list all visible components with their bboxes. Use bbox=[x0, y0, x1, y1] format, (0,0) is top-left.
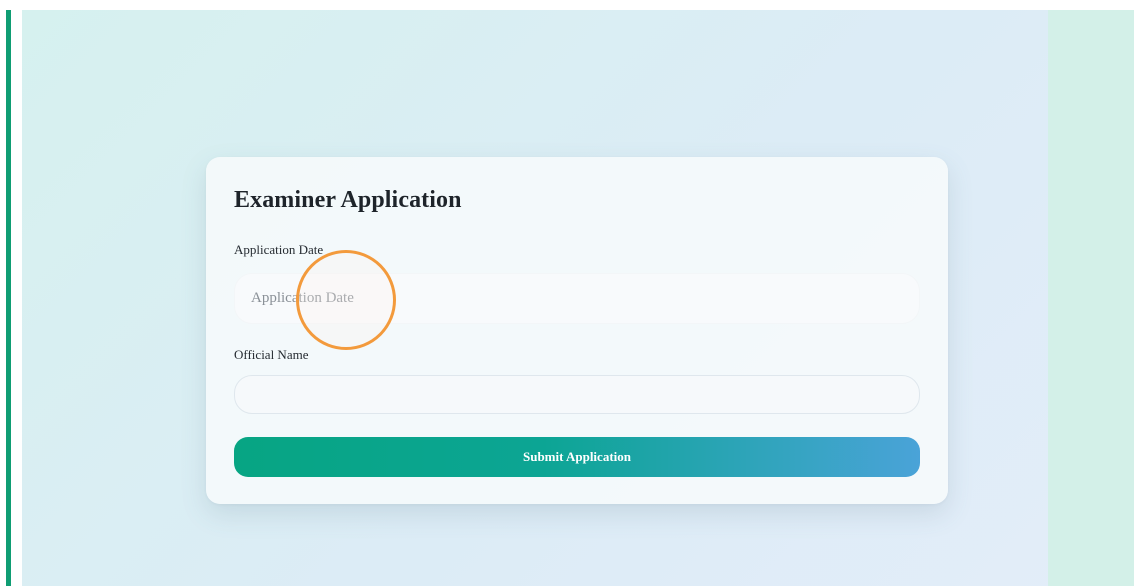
right-side-strip bbox=[1048, 10, 1134, 586]
submit-application-button[interactable]: Submit Application bbox=[234, 437, 920, 477]
form-title: Examiner Application bbox=[234, 187, 462, 213]
application-date-input[interactable] bbox=[234, 273, 920, 324]
application-form: Examiner Application Application Date Of… bbox=[206, 157, 948, 504]
official-name-label: Official Name bbox=[234, 347, 309, 362]
official-name-input[interactable] bbox=[234, 375, 920, 414]
left-accent-bar bbox=[6, 10, 11, 586]
page: Examiner Application Application Date Of… bbox=[0, 0, 1134, 586]
application-date-label: Application Date bbox=[234, 242, 324, 257]
